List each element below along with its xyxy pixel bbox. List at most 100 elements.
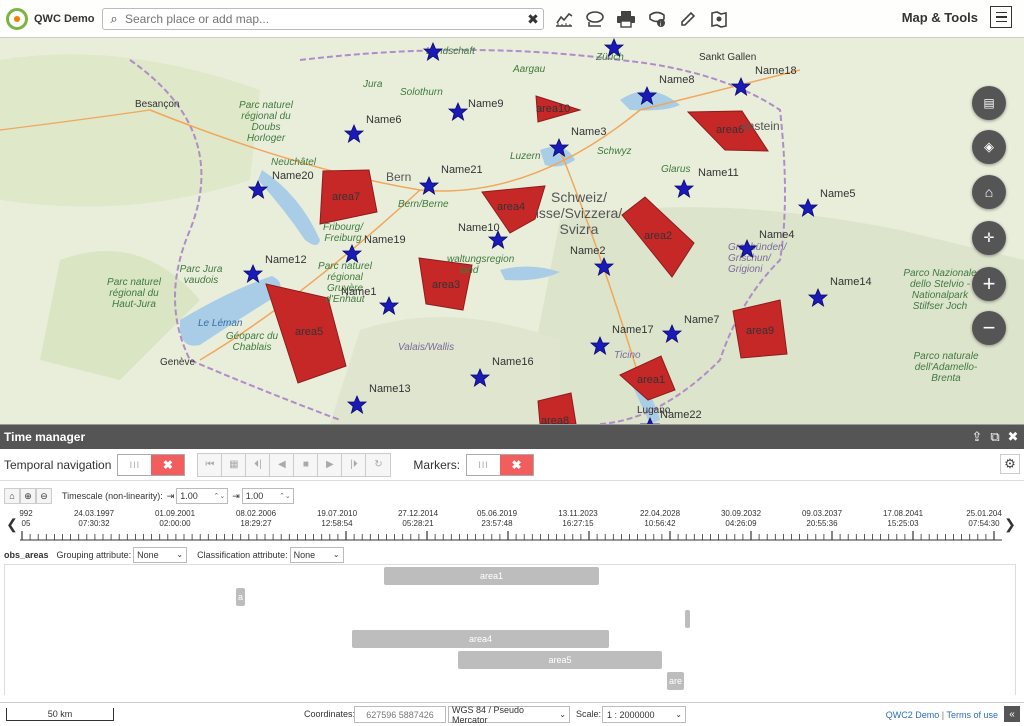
credit-link[interactable]: QWC2 Demo [886, 710, 940, 720]
star-marker-icon[interactable] [548, 137, 570, 157]
star-marker-icon[interactable] [673, 178, 695, 198]
timeline-bars: area1 a area4 area5 are [4, 565, 1016, 695]
timeline-bar[interactable]: a [236, 588, 245, 606]
step-back-icon[interactable]: ◀ [270, 453, 295, 476]
star-marker-icon[interactable] [593, 256, 615, 276]
star-marker-icon[interactable] [422, 41, 444, 61]
crs-select[interactable]: WGS 84 / Pseudo Mercator ⌄ [448, 705, 570, 725]
edit-button[interactable] [672, 5, 703, 33]
tick-time: 07:54:30 [968, 519, 1000, 528]
home-icon[interactable]: ⌂ [4, 488, 20, 504]
timeline-tick-label: 05.06.2019 23:57:48 [477, 509, 517, 529]
markers-toggle[interactable]: III ✖ [466, 453, 535, 476]
step-end-icon[interactable]: |⏵ [342, 453, 367, 476]
detach-icon[interactable]: ⧉ [988, 429, 1002, 445]
zoom-in-icon[interactable]: ⊕ [20, 488, 36, 504]
marker-label: Name18 [755, 65, 797, 77]
marker-label: Name16 [492, 356, 534, 368]
marker-label: Name22 [660, 409, 702, 421]
background-layer-button[interactable]: ▤ [972, 86, 1006, 120]
star-marker-icon[interactable] [346, 394, 368, 414]
menu-icon[interactable] [990, 6, 1012, 28]
timescale-input-2[interactable]: ⇥ 1.00 ⌃⌄ [232, 488, 294, 504]
toggle-off-side: III [118, 454, 152, 475]
star-marker-icon[interactable] [469, 367, 491, 387]
loop-icon[interactable]: ↻ [366, 453, 391, 476]
timeline-tick-label: 19.07.2010 12:58:54 [317, 509, 357, 529]
print-button[interactable] [610, 5, 641, 33]
star-marker-icon[interactable] [247, 179, 269, 199]
star-marker-icon[interactable] [736, 238, 758, 258]
clear-search-icon[interactable]: ✖ [523, 11, 543, 28]
layer-tree-button[interactable]: ◈ [972, 130, 1006, 164]
star-marker-icon[interactable] [341, 243, 363, 263]
redline-button[interactable] [579, 5, 610, 33]
temporal-navigation-toggle[interactable]: III ✖ [117, 453, 186, 476]
measure-button[interactable] [548, 5, 579, 33]
chevron-down-icon: ⌄ [176, 550, 184, 559]
export-icon[interactable]: ⇪ [970, 429, 984, 445]
timescale-value: 1.00 [245, 491, 264, 501]
rewind-icon[interactable]: ⏮ [198, 453, 223, 476]
map-view[interactable]: area10 area6 area7 area4 area2 area3 are… [0, 0, 1024, 424]
crosshair-icon: ✛ [983, 230, 995, 245]
zoom-out-button[interactable]: − [972, 311, 1006, 345]
marker-label: Name12 [265, 254, 307, 266]
app-title: QWC Demo [34, 12, 95, 25]
star-marker-icon[interactable] [242, 263, 264, 283]
identify-button[interactable]: i [641, 5, 672, 33]
marker-label: Name3 [571, 126, 607, 138]
star-marker-icon[interactable] [343, 123, 365, 143]
step-start-icon[interactable]: ⏴| [246, 453, 271, 476]
star-marker-icon[interactable] [378, 295, 400, 315]
timeline-bar[interactable]: are [667, 672, 684, 690]
compare-button[interactable] [703, 5, 734, 33]
timeline-right-arrow-icon[interactable]: ❯ [1002, 509, 1018, 539]
timeline-bar[interactable] [685, 610, 690, 628]
star-marker-icon[interactable] [447, 101, 469, 121]
timeline-tick-label: 13.11.2023 16:27:15 [558, 509, 597, 529]
scale-select[interactable]: 1 : 2000000 ⌄ [602, 706, 686, 723]
timeline-tick-label: 17.08.2041 15:25:03 [883, 509, 923, 529]
tick-time: 02:00:00 [159, 519, 191, 528]
timeline-bar[interactable]: area4 [352, 630, 609, 648]
home-button[interactable]: ⌂ [972, 175, 1006, 209]
locate-button[interactable]: ✛ [972, 221, 1006, 255]
play-icon[interactable]: ▶ [318, 453, 343, 476]
star-marker-icon[interactable] [589, 335, 611, 355]
tick-date: 13.11.2023 [558, 509, 598, 518]
star-marker-icon[interactable] [661, 323, 683, 343]
coordinates-field[interactable]: 627596 5887426 [354, 706, 446, 723]
collapse-icon[interactable]: « [1004, 706, 1020, 722]
measure-icon [555, 12, 572, 27]
app-logo[interactable]: QWC Demo [0, 7, 100, 30]
terms-link[interactable]: Terms of use [946, 710, 998, 720]
grouping-select[interactable]: None ⌄ [133, 546, 188, 563]
star-marker-icon[interactable] [636, 85, 658, 105]
zoom-in-button[interactable]: + [972, 267, 1006, 301]
star-marker-icon[interactable] [418, 175, 440, 195]
zoom-out-icon[interactable]: ⊖ [36, 488, 52, 504]
stop-icon[interactable]: ■ [294, 453, 319, 476]
credit-separator: | [941, 710, 945, 720]
search-input[interactable] [125, 12, 523, 26]
timescale-input-1[interactable]: ⇥ 1.00 ⌃⌄ [167, 488, 229, 504]
timeline-tick-label: 27.12.2014 05:28:21 [398, 509, 438, 529]
star-marker-icon[interactable] [730, 76, 752, 96]
marker-label: Name17 [612, 324, 654, 336]
map-tools-menu[interactable]: Map & Tools [902, 6, 1012, 28]
timeline-left-arrow-icon[interactable]: ❮ [4, 509, 20, 539]
close-icon[interactable]: ✖ [1006, 429, 1020, 445]
star-marker-icon[interactable] [807, 287, 829, 307]
calendar-icon[interactable]: ▦ [222, 453, 247, 476]
timeline-axis[interactable]: ❮ ❯ 992 05 24.03.1997 07:30:32 01.09.2001 02:… [0, 507, 1024, 543]
star-marker-icon[interactable] [603, 37, 625, 57]
timeline-bar[interactable]: area1 [384, 567, 599, 585]
tick-date: 22.04.2028 [639, 509, 681, 518]
timeline-bar[interactable]: area5 [458, 651, 662, 669]
settings-gear-icon[interactable]: ⚙ [1000, 454, 1020, 474]
stretch-icon: ⇥ [166, 490, 175, 501]
classification-select[interactable]: None ⌄ [289, 546, 344, 563]
tick-date: 09.03.2037 [801, 509, 843, 518]
star-marker-icon[interactable] [797, 197, 819, 217]
